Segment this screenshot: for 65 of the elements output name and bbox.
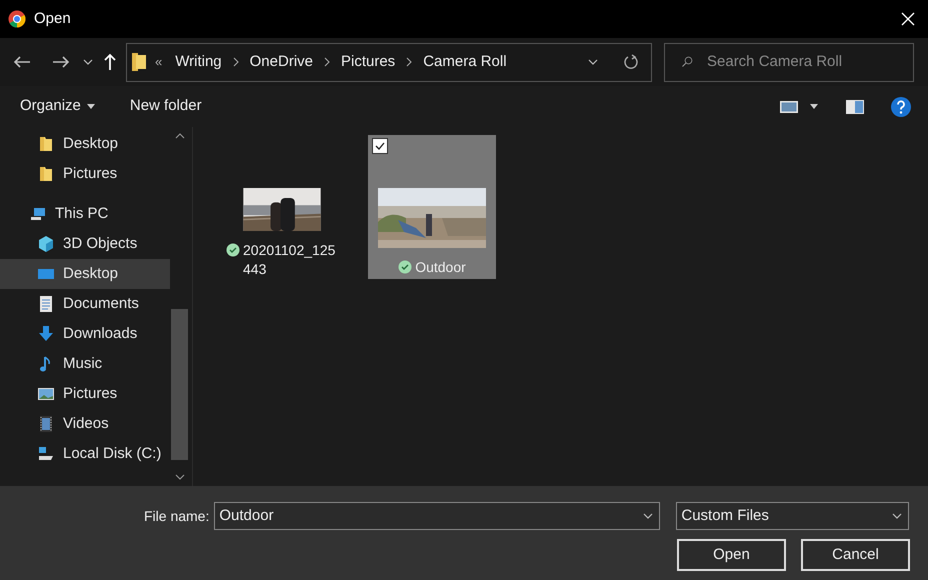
file-name: Outdoor <box>415 258 466 277</box>
synced-check-icon <box>398 260 412 274</box>
file-name: 20201102_125443 <box>243 241 336 279</box>
check-icon <box>375 142 385 150</box>
document-icon <box>37 295 55 313</box>
address-bar[interactable]: « Writing OneDrive Pictures Camera Roll <box>126 42 652 82</box>
sidebar-item[interactable]: Downloads <box>0 319 170 349</box>
file-name-input[interactable]: Outdoor <box>219 504 644 528</box>
refresh-icon[interactable] <box>623 54 639 70</box>
checkbox[interactable] <box>372 138 388 154</box>
recent-locations-icon <box>83 59 93 65</box>
film-icon <box>37 415 55 433</box>
chevron-right-icon <box>324 57 330 67</box>
overflow-chevron[interactable]: « <box>155 52 162 72</box>
forward-arrow-icon[interactable] <box>52 55 70 69</box>
sidebar-item[interactable]: Videos <box>0 409 170 439</box>
search-field[interactable]: Search Camera Roll <box>664 42 914 82</box>
breadcrumb[interactable]: Pictures <box>341 50 396 74</box>
breadcrumb[interactable]: Camera Roll <box>423 50 507 74</box>
folder-icon <box>37 135 55 153</box>
browser-logo-icon <box>8 10 26 28</box>
dropdown-icon <box>588 59 598 65</box>
caret-icon <box>86 104 95 109</box>
breadcrumb[interactable]: OneDrive <box>250 50 313 74</box>
sidebar-item[interactable]: Documents <box>0 289 170 319</box>
close-icon[interactable] <box>901 12 915 26</box>
back-arrow-icon[interactable] <box>13 55 31 69</box>
cube-icon <box>37 235 55 253</box>
sidebar-item[interactable]: Local Disk (C:) <box>0 439 170 469</box>
scroll-down-icon[interactable] <box>174 474 184 480</box>
sidebar-item[interactable]: Desktop <box>0 129 170 159</box>
image-icon <box>37 385 55 403</box>
preview-pane-icon[interactable] <box>846 100 864 114</box>
dropdown-icon <box>892 513 902 519</box>
help-icon[interactable] <box>891 96 911 116</box>
dialog-button[interactable]: Cancel <box>801 539 910 571</box>
file-tile[interactable]: 20201102_125443 <box>218 135 346 279</box>
organize-menu[interactable]: Organize <box>20 95 95 118</box>
folder-icon <box>37 165 55 183</box>
chevron-right-icon <box>232 57 239 67</box>
up-arrow-icon[interactable] <box>103 53 117 71</box>
computer-icon <box>29 205 47 223</box>
breadcrumb[interactable]: Writing <box>175 50 222 74</box>
file-tile[interactable]: Outdoor <box>368 135 496 279</box>
window-title: Open <box>34 8 71 29</box>
sidebar-item[interactable]: This PC <box>0 199 170 229</box>
folder-icon <box>132 53 146 71</box>
new-folder-button[interactable]: New folder <box>130 95 202 118</box>
sidebar-item[interactable]: Desktop <box>0 259 170 289</box>
down-arrow-icon <box>37 325 55 343</box>
sidebar-item[interactable]: Pictures <box>0 379 170 409</box>
search-input[interactable]: Search Camera Roll <box>707 50 897 74</box>
chevron-right-icon <box>406 57 412 67</box>
file-type-dropdown[interactable]: Custom Files <box>676 502 910 530</box>
sidebar-item[interactable]: 3D Objects <box>0 229 170 259</box>
scroll-up-icon[interactable] <box>174 133 184 139</box>
sidebar-item[interactable]: Music <box>0 349 170 379</box>
drive-icon <box>37 445 55 463</box>
file-name-field[interactable]: Outdoor <box>214 502 660 530</box>
dialog-button[interactable]: Open <box>677 539 786 571</box>
file-name-label: File name: <box>144 506 210 526</box>
synced-check-icon <box>226 243 240 257</box>
sidebar-item[interactable]: Pictures <box>0 159 170 189</box>
view-options-icon[interactable] <box>780 100 820 114</box>
dropdown-icon <box>643 513 654 519</box>
